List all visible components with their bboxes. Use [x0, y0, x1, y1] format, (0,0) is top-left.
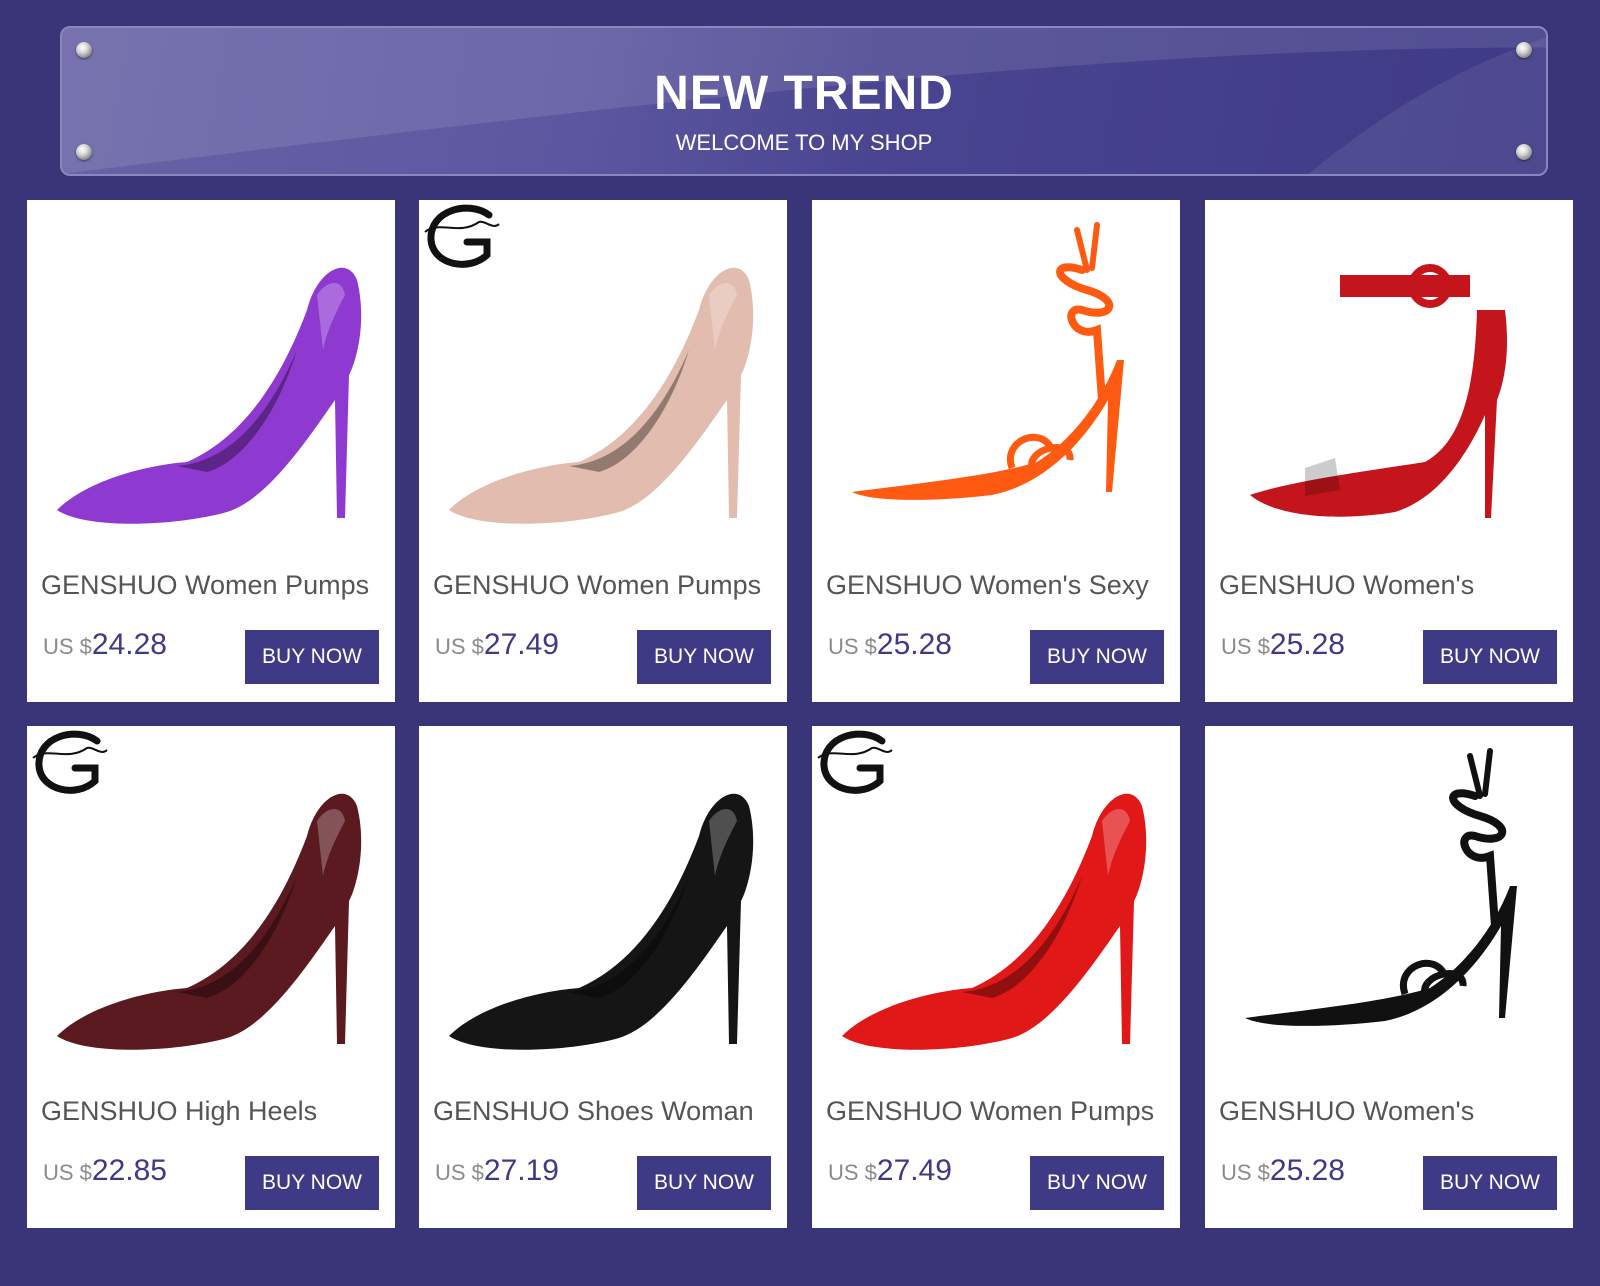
price: US $27.49	[828, 1154, 952, 1188]
banner-subtitle: WELCOME TO MY SHOP	[675, 130, 933, 155]
product-name[interactable]: GENSHUO Women Pumps	[826, 1096, 1176, 1127]
product-card[interactable]: GENSHUO High Heels US $22.85 BUY NOW	[27, 726, 395, 1228]
product-card[interactable]: GENSHUO Women's Sexy US $25.28 BUY NOW	[812, 200, 1180, 702]
price: US $27.49	[435, 628, 559, 662]
product-name[interactable]: GENSHUO Women's Sexy	[826, 570, 1176, 601]
price-value: 27.49	[483, 628, 559, 661]
currency-prefix: US $	[43, 634, 92, 659]
currency-prefix: US $	[828, 634, 877, 659]
shoe-shape	[842, 793, 1147, 1050]
shoe-image[interactable]	[27, 200, 395, 560]
shoe-shape	[1245, 748, 1517, 1026]
price-value: 27.49	[876, 1154, 952, 1187]
currency-prefix: US $	[435, 1160, 484, 1185]
brand-logo-icon	[32, 730, 108, 794]
currency-prefix: US $	[828, 1160, 877, 1185]
shoe-shape	[449, 267, 754, 524]
currency-prefix: US $	[1221, 634, 1270, 659]
product-card[interactable]: GENSHUO Women Pumps US $27.49 BUY NOW	[812, 726, 1180, 1228]
shoe-shape	[852, 222, 1124, 500]
product-name[interactable]: GENSHUO Women Pumps	[41, 570, 391, 601]
banner-title: NEW TREND	[654, 67, 954, 120]
product-card[interactable]: GENSHUO Women Pumps US $24.28 BUY NOW	[27, 200, 395, 702]
screw-top-left	[76, 42, 92, 58]
product-card[interactable]: GENSHUO Women's US $25.28 BUY NOW	[1205, 726, 1573, 1228]
price: US $24.28	[43, 628, 167, 662]
buy-now-button[interactable]: BUY NOW	[245, 630, 379, 684]
shoe-shape	[449, 793, 754, 1050]
buy-now-button[interactable]: BUY NOW	[637, 630, 771, 684]
buy-now-button[interactable]: BUY NOW	[245, 1156, 379, 1210]
product-name[interactable]: GENSHUO Women's	[1219, 1096, 1569, 1127]
shoe-image[interactable]	[419, 200, 787, 560]
screw-top-right	[1516, 42, 1532, 58]
shoe-image[interactable]	[1205, 200, 1573, 560]
shoe-shape	[57, 267, 362, 524]
product-name[interactable]: GENSHUO High Heels	[41, 1096, 391, 1127]
product-name[interactable]: GENSHUO Women's	[1219, 570, 1569, 601]
price-value: 25.28	[876, 628, 952, 661]
brand-logo-icon	[424, 204, 500, 268]
product-name[interactable]: GENSHUO Shoes Woman	[433, 1096, 783, 1127]
currency-prefix: US $	[435, 634, 484, 659]
buy-now-button[interactable]: BUY NOW	[637, 1156, 771, 1210]
price: US $22.85	[43, 1154, 167, 1188]
buy-now-button[interactable]: BUY NOW	[1423, 1156, 1557, 1210]
price-value: 22.85	[91, 1154, 167, 1187]
product-name[interactable]: GENSHUO Women Pumps	[433, 570, 783, 601]
price-value: 24.28	[91, 628, 167, 661]
shoe-shape	[57, 793, 362, 1050]
price: US $25.28	[1221, 628, 1345, 662]
product-card[interactable]: GENSHUO Shoes Woman US $27.19 BUY NOW	[419, 726, 787, 1228]
price: US $25.28	[1221, 1154, 1345, 1188]
banner: NEW TREND WELCOME TO MY SHOP	[60, 26, 1548, 176]
buy-now-button[interactable]: BUY NOW	[1423, 630, 1557, 684]
product-card[interactable]: GENSHUO Women's US $25.28 BUY NOW	[1205, 200, 1573, 702]
shoe-image[interactable]	[812, 200, 1180, 560]
price-value: 25.28	[1269, 628, 1345, 661]
price-value: 25.28	[1269, 1154, 1345, 1187]
brand-logo-icon	[817, 730, 893, 794]
shoe-shape	[1250, 264, 1508, 518]
currency-prefix: US $	[43, 1160, 92, 1185]
buy-now-button[interactable]: BUY NOW	[1030, 1156, 1164, 1210]
currency-prefix: US $	[1221, 1160, 1270, 1185]
shoe-image[interactable]	[1205, 726, 1573, 1086]
shoe-image[interactable]	[419, 726, 787, 1086]
price: US $27.19	[435, 1154, 559, 1188]
shoe-image[interactable]	[27, 726, 395, 1086]
price-value: 27.19	[483, 1154, 559, 1187]
shoe-image[interactable]	[812, 726, 1180, 1086]
price: US $25.28	[828, 628, 952, 662]
buy-now-button[interactable]: BUY NOW	[1030, 630, 1164, 684]
product-card[interactable]: GENSHUO Women Pumps US $27.49 BUY NOW	[419, 200, 787, 702]
